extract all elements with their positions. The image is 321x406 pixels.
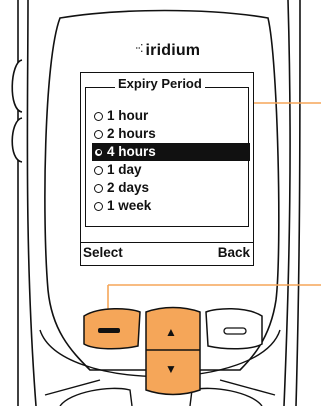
radio-unchecked-icon [94, 129, 103, 139]
option-2-days[interactable]: 2 days [92, 179, 250, 197]
navigation-rocker[interactable] [143, 294, 203, 398]
radio-unchecked-icon [94, 165, 103, 175]
option-label: 2 days [107, 180, 150, 195]
side-button-lower [11, 117, 23, 163]
option-list: 1 hour 2 hours 4 hours 1 day 2 days 1 we… [92, 107, 250, 215]
scroll-up-icon[interactable]: ▲ [165, 325, 177, 339]
menu-title: Expiry Period [115, 76, 205, 92]
brand-logo: ‧‧⁚ iridium [135, 40, 225, 62]
brand-name: iridium [145, 42, 201, 59]
option-2-hours[interactable]: 2 hours [92, 125, 250, 143]
option-1-day[interactable]: 1 day [92, 161, 250, 179]
select-softkey-label[interactable]: Select [83, 245, 123, 260]
scroll-down-icon[interactable]: ▼ [165, 362, 177, 376]
phone-screen: 1 hour 2 hours 4 hours 1 day 2 days 1 we… [80, 72, 254, 266]
soft-key-bar: Select Back [81, 242, 253, 265]
option-1-week[interactable]: 1 week [92, 197, 250, 215]
brand-dots-icon: ‧‧⁚ [135, 42, 143, 55]
radio-unchecked-icon [94, 111, 103, 121]
left-soft-key[interactable] [80, 304, 142, 354]
option-1-hour[interactable]: 1 hour [92, 107, 250, 125]
option-label: 1 day [107, 162, 142, 177]
right-soft-key[interactable] [204, 304, 266, 354]
radio-checked-icon [94, 147, 103, 157]
option-4-hours[interactable]: 4 hours [92, 143, 250, 161]
option-label: 4 hours [107, 144, 156, 159]
radio-unchecked-icon [94, 183, 103, 193]
option-label: 1 week [107, 198, 152, 213]
side-button-upper [11, 59, 23, 113]
radio-unchecked-icon [94, 201, 103, 211]
option-label: 2 hours [107, 126, 156, 141]
expiry-period-menu: 1 hour 2 hours 4 hours 1 day 2 days 1 we… [85, 87, 250, 227]
option-label: 1 hour [107, 108, 149, 123]
back-softkey-label[interactable]: Back [218, 245, 250, 260]
